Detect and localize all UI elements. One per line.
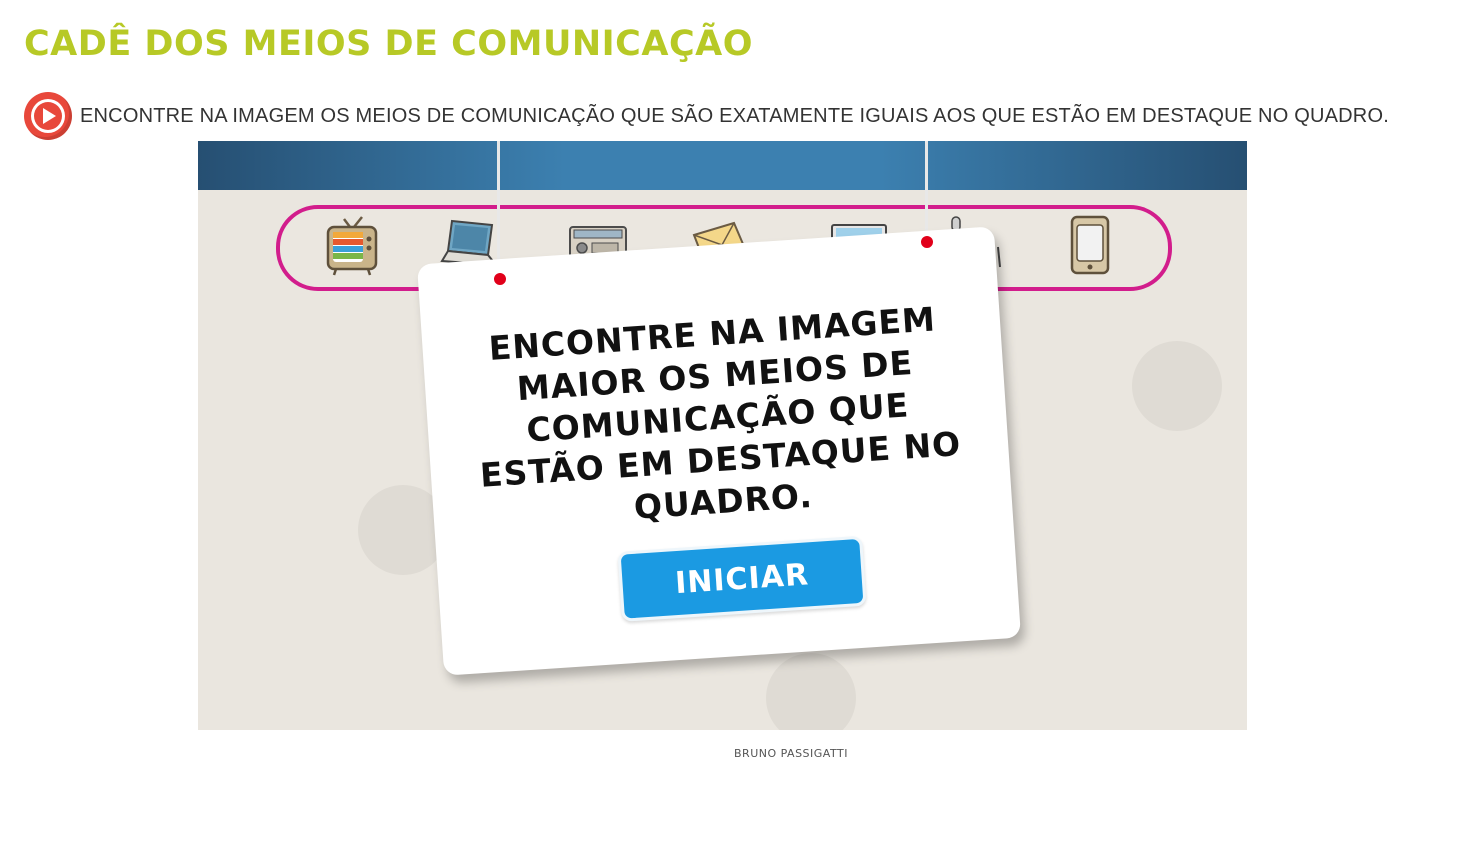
play-icon (43, 108, 56, 124)
image-credit: BRUNO PASSIGATTI (734, 747, 848, 760)
television-icon (326, 216, 378, 276)
game-area: ENCONTRE NA IMAGEM MAIOR OS MEIOS DE COM… (198, 141, 1247, 730)
sign-pin-right (919, 234, 935, 250)
instruction-text: ENCONTRE NA IMAGEM OS MEIOS DE COMUNICAÇ… (80, 104, 1389, 127)
background-bubble (766, 653, 856, 730)
page-title: CADÊ DOS MEIOS DE COMUNICAÇÃO (24, 24, 753, 64)
play-audio-button[interactable] (24, 92, 72, 140)
sign-string-right (925, 141, 928, 241)
smartphone-icon (1070, 215, 1110, 275)
sign-string-left (497, 141, 500, 277)
sign-pin-left (492, 271, 508, 287)
instruction-sign: ENCONTRE NA IMAGEM MAIOR OS MEIOS DE COM… (416, 226, 1022, 676)
start-button[interactable]: INICIAR (617, 535, 867, 622)
background-bubble (1132, 341, 1222, 431)
game-header-band (198, 141, 1247, 190)
page: CADÊ DOS MEIOS DE COMUNICAÇÃO ENCONTRE N… (0, 0, 1460, 850)
instruction-row: ENCONTRE NA IMAGEM OS MEIOS DE COMUNICAÇ… (24, 91, 1389, 141)
sign-text: ENCONTRE NA IMAGEM MAIOR OS MEIOS DE COM… (478, 299, 963, 527)
